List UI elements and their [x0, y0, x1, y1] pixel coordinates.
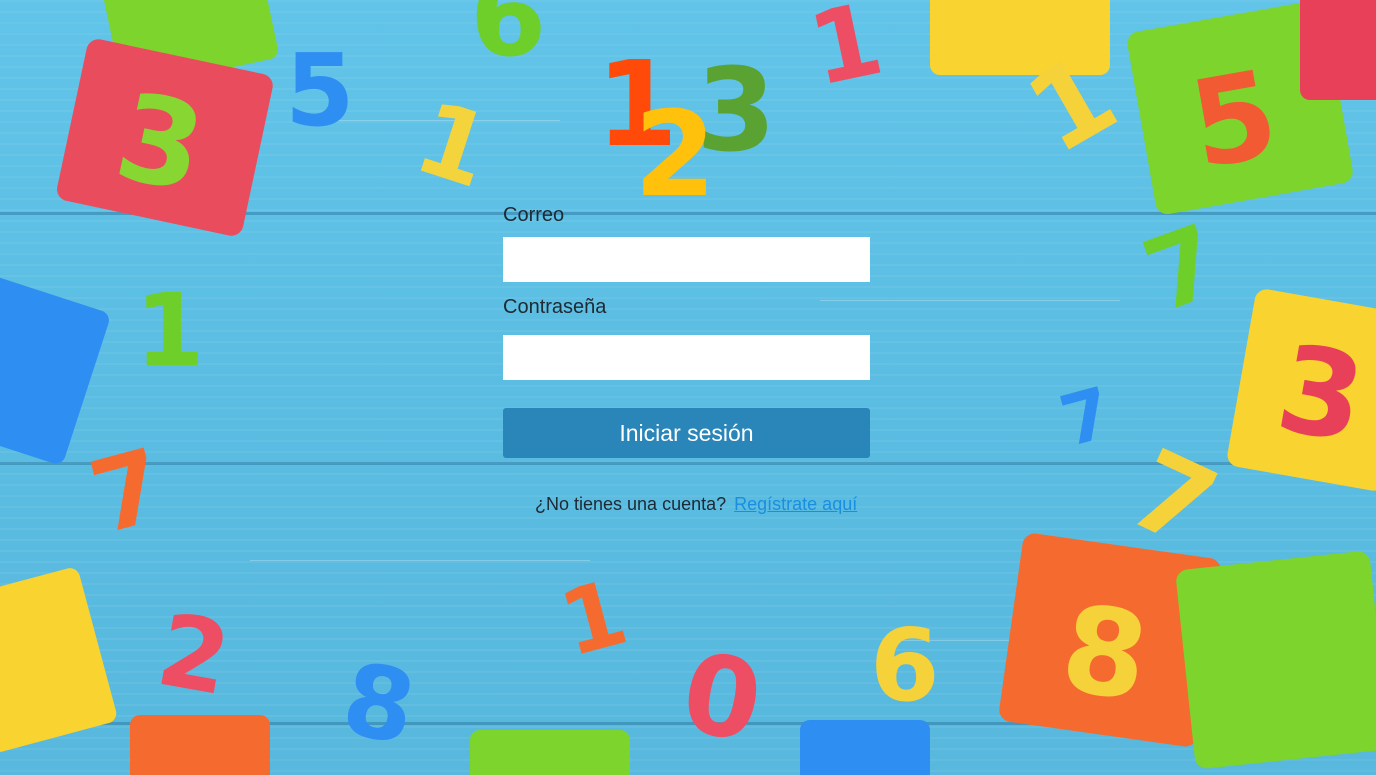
email-field[interactable] — [503, 237, 870, 282]
register-link[interactable]: Regístrate aquí — [734, 494, 857, 514]
register-prompt-text: ¿No tienes una cuenta? — [535, 494, 727, 514]
password-label: Contraseña — [503, 296, 607, 318]
password-field[interactable] — [503, 335, 870, 380]
app-logo-123: 1 3 2 — [596, 40, 776, 200]
logo-digit-2: 2 — [634, 85, 716, 200]
email-label: Correo — [503, 204, 565, 226]
register-prompt: ¿No tienes una cuenta? Regístrate aquí — [535, 494, 857, 515]
login-button[interactable]: Iniciar sesión — [503, 408, 870, 458]
